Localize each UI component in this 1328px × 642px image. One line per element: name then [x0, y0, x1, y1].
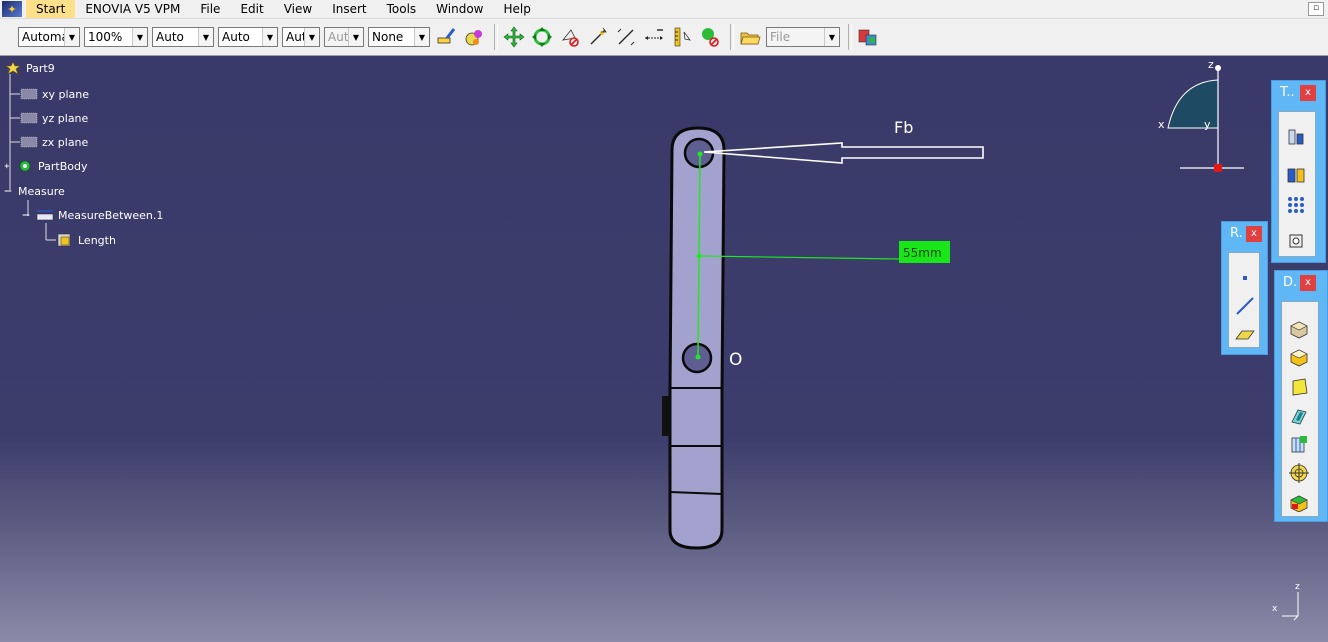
tree-item-yz-plane[interactable]: yz plane	[20, 110, 88, 126]
tree-item-label: Measure	[18, 184, 65, 198]
plane-reference-icon[interactable]	[1234, 323, 1256, 345]
dress-up-panel-body	[1281, 301, 1319, 517]
compass-x-label: x	[1158, 118, 1165, 131]
mini-axis-triad: z x	[1268, 582, 1308, 624]
tree-item-label: yz plane	[42, 111, 89, 125]
line-reference-icon[interactable]	[1234, 295, 1256, 317]
compass[interactable]: z x y	[1150, 58, 1250, 178]
draft-angle-icon[interactable]	[1288, 376, 1310, 398]
plane-icon	[20, 112, 38, 124]
compass-y-label: y	[1204, 118, 1211, 131]
tree-item-label: Part9	[26, 61, 55, 75]
mini-axis-z-label: z	[1295, 582, 1300, 592]
reference-panel-body	[1228, 252, 1260, 348]
tree-item-label: PartBody	[38, 159, 88, 173]
tree-item-length[interactable]: Length	[56, 232, 116, 248]
chamfer-icon[interactable]	[1288, 346, 1310, 368]
cylinder-tool-icon[interactable]	[1285, 126, 1307, 148]
tree-item-xy-plane[interactable]: xy plane	[20, 86, 89, 102]
plane-icon	[20, 88, 38, 100]
tree-item-measure[interactable]: Measure	[4, 183, 65, 199]
split-tool-icon[interactable]	[1285, 164, 1307, 186]
remove-face-icon[interactable]	[1288, 490, 1310, 512]
part-icon	[5, 61, 21, 75]
scale-tool-icon[interactable]	[1285, 230, 1307, 252]
measure-dimension-tag[interactable]: 55mm	[899, 241, 950, 263]
point-icon[interactable]	[1234, 267, 1256, 289]
expand-plus-icon[interactable]	[4, 159, 14, 173]
specification-tree: Part9 xy plane yz plane zx plane PartBod…	[0, 58, 200, 258]
tree-item-label: zx plane	[42, 135, 89, 149]
edge-fillet-icon[interactable]	[1288, 318, 1310, 340]
tree-item-partbody[interactable]: PartBody	[4, 158, 87, 174]
measure-between-tree-icon	[36, 210, 54, 221]
tools-panel-body	[1278, 111, 1316, 257]
compass-z-label: z	[1208, 58, 1214, 71]
reference-panel-title: R.	[1230, 226, 1243, 241]
parameter-icon	[57, 233, 71, 247]
tree-item-label: MeasureBetween.1	[58, 208, 164, 222]
grid-pattern-icon[interactable]	[1285, 194, 1307, 216]
tools-panel[interactable]: T.. x	[1271, 80, 1326, 263]
tree-item-label: Length	[78, 233, 116, 247]
mini-axis-x-label: x	[1272, 604, 1278, 614]
origin-label: O	[729, 350, 743, 370]
shell-icon[interactable]	[1288, 406, 1310, 428]
reference-panel-close-icon[interactable]: x	[1246, 226, 1262, 242]
tree-item-zx-plane[interactable]: zx plane	[20, 134, 88, 150]
force-label: Fb	[894, 118, 914, 137]
tree-item-measure-between[interactable]: MeasureBetween.1	[22, 207, 163, 223]
compass-icon[interactable]	[1150, 58, 1250, 178]
thread-icon[interactable]	[1288, 462, 1310, 484]
thickness-icon[interactable]	[1288, 434, 1310, 456]
collapse-minus-icon[interactable]	[22, 208, 34, 222]
tree-item-label: xy plane	[42, 87, 90, 101]
reference-panel[interactable]: R. x	[1221, 221, 1268, 355]
collapse-minus-icon[interactable]	[4, 184, 16, 198]
dress-up-panel-title: D.	[1283, 275, 1298, 290]
body-icon	[19, 160, 31, 172]
plane-icon	[20, 136, 38, 148]
tools-panel-close-icon[interactable]: x	[1300, 85, 1316, 101]
dress-up-panel[interactable]: D. x	[1274, 270, 1328, 522]
tree-item-part9[interactable]: Part9	[4, 60, 55, 76]
dress-up-panel-close-icon[interactable]: x	[1300, 275, 1316, 291]
tools-panel-title: T..	[1280, 85, 1295, 100]
